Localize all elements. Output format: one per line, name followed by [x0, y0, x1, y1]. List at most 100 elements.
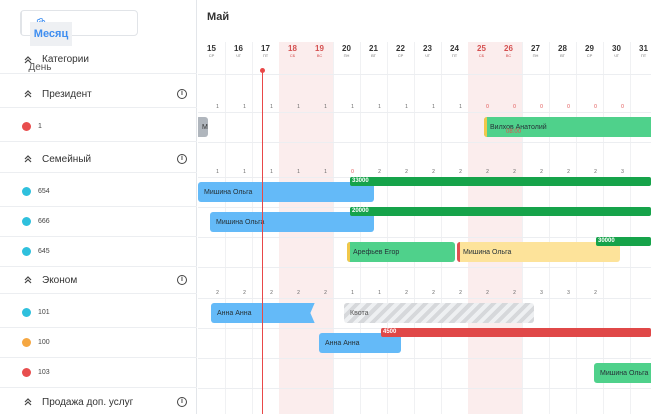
availability-count: 1 [378, 290, 381, 296]
day-header: 17 ПТ [252, 44, 279, 59]
category-title: Эконом [42, 275, 78, 286]
chevron-up-icon[interactable] [22, 274, 34, 286]
availability-count: 2 [459, 169, 462, 175]
weekday-label: ПТ [640, 53, 647, 58]
guest-name: Арефьев Егор [353, 248, 400, 256]
booking-status-strip [457, 242, 460, 262]
day-header: 20 ПН [333, 44, 360, 59]
category-row[interactable]: Президент i [0, 80, 197, 108]
day-number: 25 [477, 44, 486, 53]
booking-bar[interactable]: Мишина Ольга [594, 363, 651, 383]
day-header: 22 СР [387, 44, 414, 59]
guest-name: Мишина Ольга [216, 218, 265, 226]
availability-count: 0 [621, 104, 624, 110]
room-color-dot [22, 368, 31, 377]
room-row[interactable]: 103 [0, 358, 197, 388]
info-icon[interactable]: i [177, 154, 187, 164]
day-number: 22 [396, 44, 405, 53]
availability-count: 1 [324, 169, 327, 175]
room-color-dot [22, 308, 31, 317]
booking-bar[interactable]: Арефьев Егор [347, 242, 455, 262]
weekday-label: ВС [505, 53, 512, 58]
price-badge: 30000 [596, 237, 651, 246]
booking-bar[interactable]: Мишина Ольга [198, 182, 374, 202]
info-icon[interactable]: i [177, 89, 187, 99]
category-row[interactable]: Эконом i [0, 266, 197, 294]
weekday-label: ЧТ [235, 53, 242, 58]
category-row[interactable]: Семейный i [0, 145, 197, 173]
category-title: Семейный [42, 154, 92, 165]
booking-bar[interactable]: Квота [344, 303, 534, 323]
availability-count: 0 [351, 169, 354, 175]
chevron-up-icon[interactable] [22, 153, 34, 165]
availability-count: 1 [297, 104, 300, 110]
room-row[interactable]: 100 [0, 328, 197, 358]
day-header: 23 ЧТ [414, 44, 441, 59]
row-divider [198, 358, 651, 359]
month-title: Май [207, 11, 230, 23]
room-row[interactable]: 1 [0, 112, 197, 142]
category-title: Продажа доп. услуг [42, 397, 134, 408]
availability-count: 3 [567, 290, 570, 296]
room-row[interactable]: 654 [0, 177, 197, 207]
room-number: 666 [38, 218, 50, 225]
info-icon[interactable]: i [177, 275, 187, 285]
price-badge: 33000 [350, 177, 651, 186]
availability-count: 0 [486, 104, 489, 110]
availability-count: 2 [594, 169, 597, 175]
day-header: 29 СР [576, 44, 603, 59]
weekday-label: ВС [316, 53, 323, 58]
weekday-label: СБ [289, 53, 296, 58]
day-number: 19 [315, 44, 324, 53]
categories-header[interactable]: Категории [0, 46, 197, 74]
availability-count: 1 [216, 169, 219, 175]
today-marker [260, 68, 265, 73]
day-number: 27 [531, 44, 540, 53]
availability-count: 2 [540, 169, 543, 175]
booking-time: 08:00 [506, 129, 522, 135]
day-header: 16 ЧТ [225, 44, 252, 59]
timeline-grid: Май 15 СР 16 ЧТ 17 ПТ 18 СБ 19 ВС 20 ПН 21 ВТ 22 СР 23 ЧТ… [198, 0, 651, 414]
month-view-button[interactable]: Месяц [30, 22, 72, 46]
availability-count: 2 [405, 169, 408, 175]
availability-count: 2 [594, 290, 597, 296]
weekday-label: ЧТ [424, 53, 431, 58]
availability-count: 3 [621, 169, 624, 175]
row-divider [198, 112, 651, 113]
availability-count: 2 [513, 169, 516, 175]
chevron-up-icon[interactable] [22, 54, 34, 66]
info-icon[interactable]: i [177, 397, 187, 407]
room-number: 101 [38, 309, 50, 316]
availability-count: 0 [594, 104, 597, 110]
room-color-dot [22, 217, 31, 226]
room-row[interactable]: 101 [0, 298, 197, 328]
category-row[interactable]: Продажа доп. услуг i [0, 388, 197, 414]
weekday-label: ПН [532, 53, 539, 58]
availability-count: 2 [324, 290, 327, 296]
guest-name: М [202, 123, 208, 131]
day-header: 21 ВТ [360, 44, 387, 59]
weekday-label: СР [586, 53, 593, 58]
day-number: 23 [423, 44, 432, 53]
room-row[interactable]: 645 [0, 237, 197, 267]
availability-count: 2 [297, 290, 300, 296]
row-divider [198, 142, 651, 143]
chevron-up-icon[interactable] [22, 396, 34, 408]
day-header: 19 ВС [306, 44, 333, 59]
booking-bar[interactable]: Анна Анна [211, 303, 315, 323]
room-row[interactable]: 666 [0, 207, 197, 237]
row-divider [198, 267, 651, 268]
availability-count: 1 [243, 169, 246, 175]
availability-count: 1 [243, 104, 246, 110]
guest-name: Мишина Ольга [600, 369, 649, 377]
row-divider [198, 237, 651, 238]
booking-status-strip [347, 242, 350, 262]
day-number: 16 [234, 44, 243, 53]
weekday-label: СР [397, 53, 404, 58]
weekday-label: ПН [343, 53, 350, 58]
availability-count: 1 [405, 104, 408, 110]
view-switch: День Месяц [20, 10, 138, 73]
chevron-up-icon[interactable] [22, 88, 34, 100]
booking-bar[interactable]: М [198, 117, 208, 137]
day-number: 29 [585, 44, 594, 53]
